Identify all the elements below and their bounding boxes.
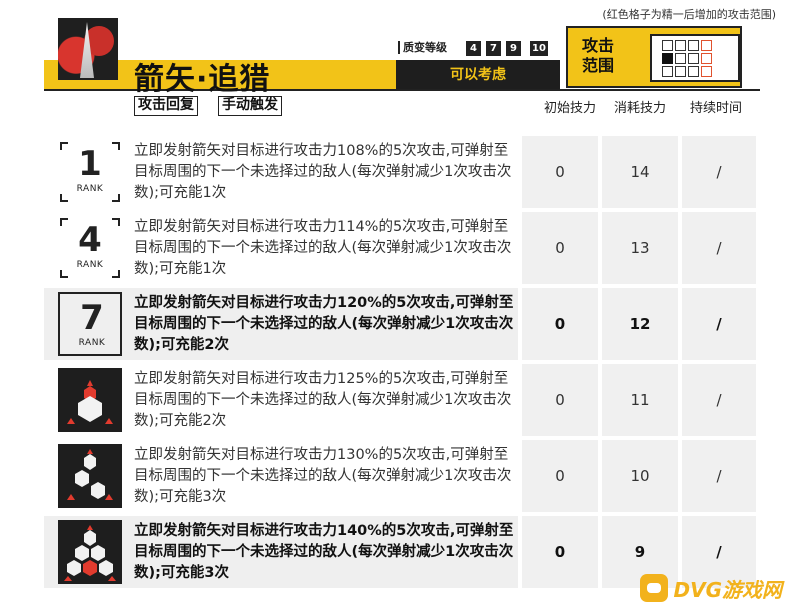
skill-description: 立即发射箭矢对目标进行攻击力130%的5次攻击,可弹射至目标周围的下一个未选择过… bbox=[134, 446, 512, 505]
potential-label: 质变等级 bbox=[398, 41, 447, 54]
sp-cost: 12 bbox=[629, 315, 651, 333]
skill-name: 箭矢·追猎 bbox=[134, 62, 271, 97]
potential-level-badge: 9 bbox=[506, 41, 521, 56]
watermark-text: DVG游戏网 bbox=[673, 577, 783, 602]
rank-icon: 1 RANK bbox=[58, 140, 122, 204]
potential-level-badge: 7 bbox=[486, 41, 501, 56]
initial-sp: 0 bbox=[555, 391, 565, 409]
table-row: 4 RANK 立即发射箭矢对目标进行攻击力114%的5次攻击,可弹射至目标周围的… bbox=[44, 212, 760, 284]
skill-description: 立即发射箭矢对目标进行攻击力108%的5次攻击,可弹射至目标周围的下一个未选择过… bbox=[134, 142, 512, 201]
duration: / bbox=[716, 467, 722, 485]
range-cell bbox=[662, 66, 673, 77]
mastery-2-icon bbox=[58, 444, 122, 508]
watermark: DVG游戏网 bbox=[639, 573, 783, 603]
rank-label: RANK bbox=[76, 184, 104, 194]
table-row: 1 RANK 立即发射箭矢对目标进行攻击力108%的5次攻击,可弹射至目标周围的… bbox=[44, 136, 760, 208]
skill-header: (红色格子为精一后增加的攻击范围) 可以考虑 箭矢·追猎 质变等级 4 7 9 … bbox=[0, 0, 800, 122]
skill-description: 立即发射箭矢对目标进行攻击力114%的5次攻击,可弹射至目标周围的下一个未选择过… bbox=[134, 218, 512, 277]
rank-number: 4 bbox=[78, 220, 102, 260]
operator-position-cell bbox=[662, 53, 673, 64]
range-cell-extra bbox=[701, 53, 712, 64]
duration: / bbox=[716, 391, 722, 409]
skill-tag: 手动触发 bbox=[218, 96, 282, 116]
skill-icon bbox=[58, 18, 118, 80]
skill-description: 立即发射箭矢对目标进行攻击力140%的5次攻击,可弹射至目标周围的下一个未选择过… bbox=[134, 522, 514, 581]
skill-description: 立即发射箭矢对目标进行攻击力125%的5次攻击,可弹射至目标周围的下一个未选择过… bbox=[134, 370, 512, 429]
rank-icon: 4 RANK bbox=[58, 216, 122, 280]
range-grid-frame bbox=[650, 34, 740, 82]
rank-number: 1 bbox=[78, 144, 102, 184]
column-header-duration: 持续时间 bbox=[690, 101, 743, 116]
duration: / bbox=[716, 315, 722, 333]
sp-cost: 13 bbox=[630, 239, 650, 257]
range-grid bbox=[662, 40, 712, 77]
initial-sp: 0 bbox=[555, 163, 565, 181]
range-cell bbox=[675, 40, 686, 51]
range-cell bbox=[688, 66, 699, 77]
potential-level-badge: 10 bbox=[530, 41, 548, 56]
potential-level-badge: 4 bbox=[466, 41, 481, 56]
rank-icon: 7 RANK bbox=[58, 292, 122, 356]
rank-number: 7 bbox=[80, 298, 104, 338]
range-note: (红色格子为精一后增加的攻击范围) bbox=[602, 8, 776, 21]
rank-label: RANK bbox=[78, 338, 106, 348]
gamepad-icon bbox=[639, 574, 668, 602]
initial-sp: 0 bbox=[555, 467, 565, 485]
range-cell-extra bbox=[701, 66, 712, 77]
range-cell bbox=[662, 40, 673, 51]
sp-cost: 11 bbox=[630, 391, 650, 409]
initial-sp: 0 bbox=[554, 543, 566, 561]
rank-label: RANK bbox=[76, 260, 104, 270]
range-cell bbox=[675, 53, 686, 64]
duration: / bbox=[716, 163, 722, 181]
table-row: 立即发射箭矢对目标进行攻击力125%的5次攻击,可弹射至目标周围的下一个未选择过… bbox=[44, 364, 760, 436]
skill-tag: 攻击回复 bbox=[134, 96, 198, 116]
range-label: 攻击范围 bbox=[581, 36, 614, 75]
table-row: 7 RANK 立即发射箭矢对目标进行攻击力120%的5次攻击,可弹射至目标周围的… bbox=[44, 288, 760, 360]
sp-cost: 10 bbox=[630, 467, 650, 485]
mastery-3-icon bbox=[58, 520, 122, 584]
mastery-1-icon bbox=[58, 368, 122, 432]
table-row: 立即发射箭矢对目标进行攻击力130%的5次攻击,可弹射至目标周围的下一个未选择过… bbox=[44, 440, 760, 512]
recommendation-badge: 可以考虑 bbox=[396, 60, 560, 90]
range-cell bbox=[688, 40, 699, 51]
skill-description: 立即发射箭矢对目标进行攻击力120%的5次攻击,可弹射至目标周围的下一个未选择过… bbox=[134, 294, 514, 353]
range-cell bbox=[688, 53, 699, 64]
column-header-initial-sp: 初始技力 bbox=[544, 101, 597, 116]
range-cell bbox=[675, 66, 686, 77]
sp-cost: 14 bbox=[630, 163, 650, 181]
column-header-sp-cost: 消耗技力 bbox=[614, 101, 667, 116]
initial-sp: 0 bbox=[554, 315, 566, 333]
range-cell-extra bbox=[701, 40, 712, 51]
attack-range-panel: 攻击范围 bbox=[566, 26, 742, 88]
skill-level-table: 1 RANK 立即发射箭矢对目标进行攻击力108%的5次攻击,可弹射至目标周围的… bbox=[44, 136, 760, 592]
initial-sp: 0 bbox=[555, 239, 565, 257]
duration: / bbox=[716, 239, 722, 257]
